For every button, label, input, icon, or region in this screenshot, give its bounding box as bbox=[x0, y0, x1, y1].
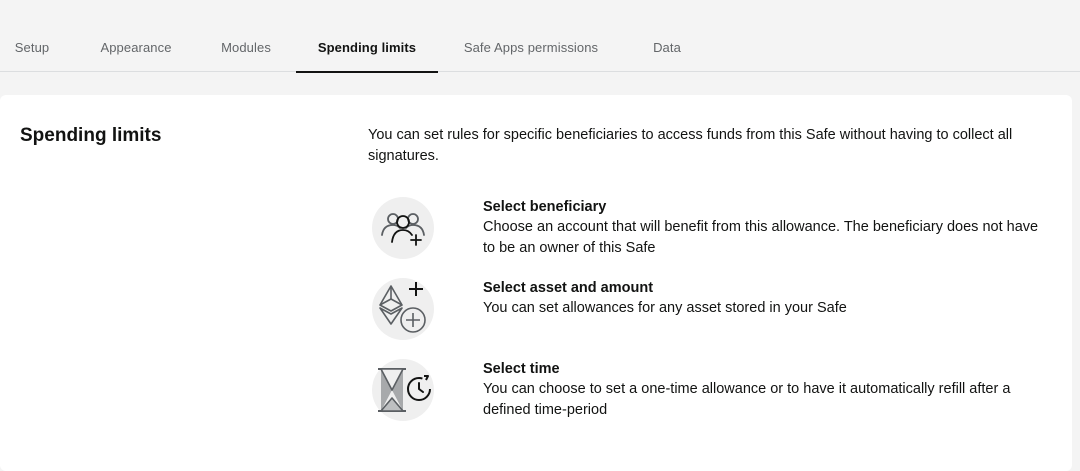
settings-tabs: Setup Appearance Modules Spending limits… bbox=[0, 22, 1080, 73]
step-description: Choose an account that will benefit from… bbox=[483, 219, 1039, 256]
step-title: Select time bbox=[483, 361, 560, 377]
page-heading-clipped bbox=[0, 0, 80, 4]
section-title: Spending limits bbox=[20, 125, 162, 146]
tab-data[interactable]: Data bbox=[636, 22, 698, 72]
beneficiary-icon bbox=[372, 197, 434, 259]
section-intro: You can set rules for specific beneficia… bbox=[368, 127, 1013, 164]
tab-spending-limits[interactable]: Spending limits bbox=[296, 22, 438, 73]
tab-appearance[interactable]: Appearance bbox=[82, 22, 190, 72]
time-icon bbox=[372, 359, 434, 421]
step-select-beneficiary: Select beneficiary Choose an account tha… bbox=[370, 197, 1060, 261]
tab-setup[interactable]: Setup bbox=[0, 22, 64, 72]
tab-safe-apps-permissions[interactable]: Safe Apps permissions bbox=[448, 22, 614, 72]
step-select-time: Select time You can choose to set a one-… bbox=[370, 359, 1060, 423]
step-title: Select asset and amount bbox=[483, 280, 654, 296]
step-description: You can choose to set a one-time allowan… bbox=[483, 381, 1011, 418]
step-select-asset-amount: Select asset and amount You can set allo… bbox=[370, 278, 1060, 342]
asset-amount-icon bbox=[372, 278, 434, 340]
spending-limits-card: Spending limits You can set rules for sp… bbox=[0, 95, 1072, 471]
step-description: You can set allowances for any asset sto… bbox=[483, 300, 847, 316]
step-title: Select beneficiary bbox=[483, 199, 607, 215]
tab-modules[interactable]: Modules bbox=[204, 22, 288, 72]
